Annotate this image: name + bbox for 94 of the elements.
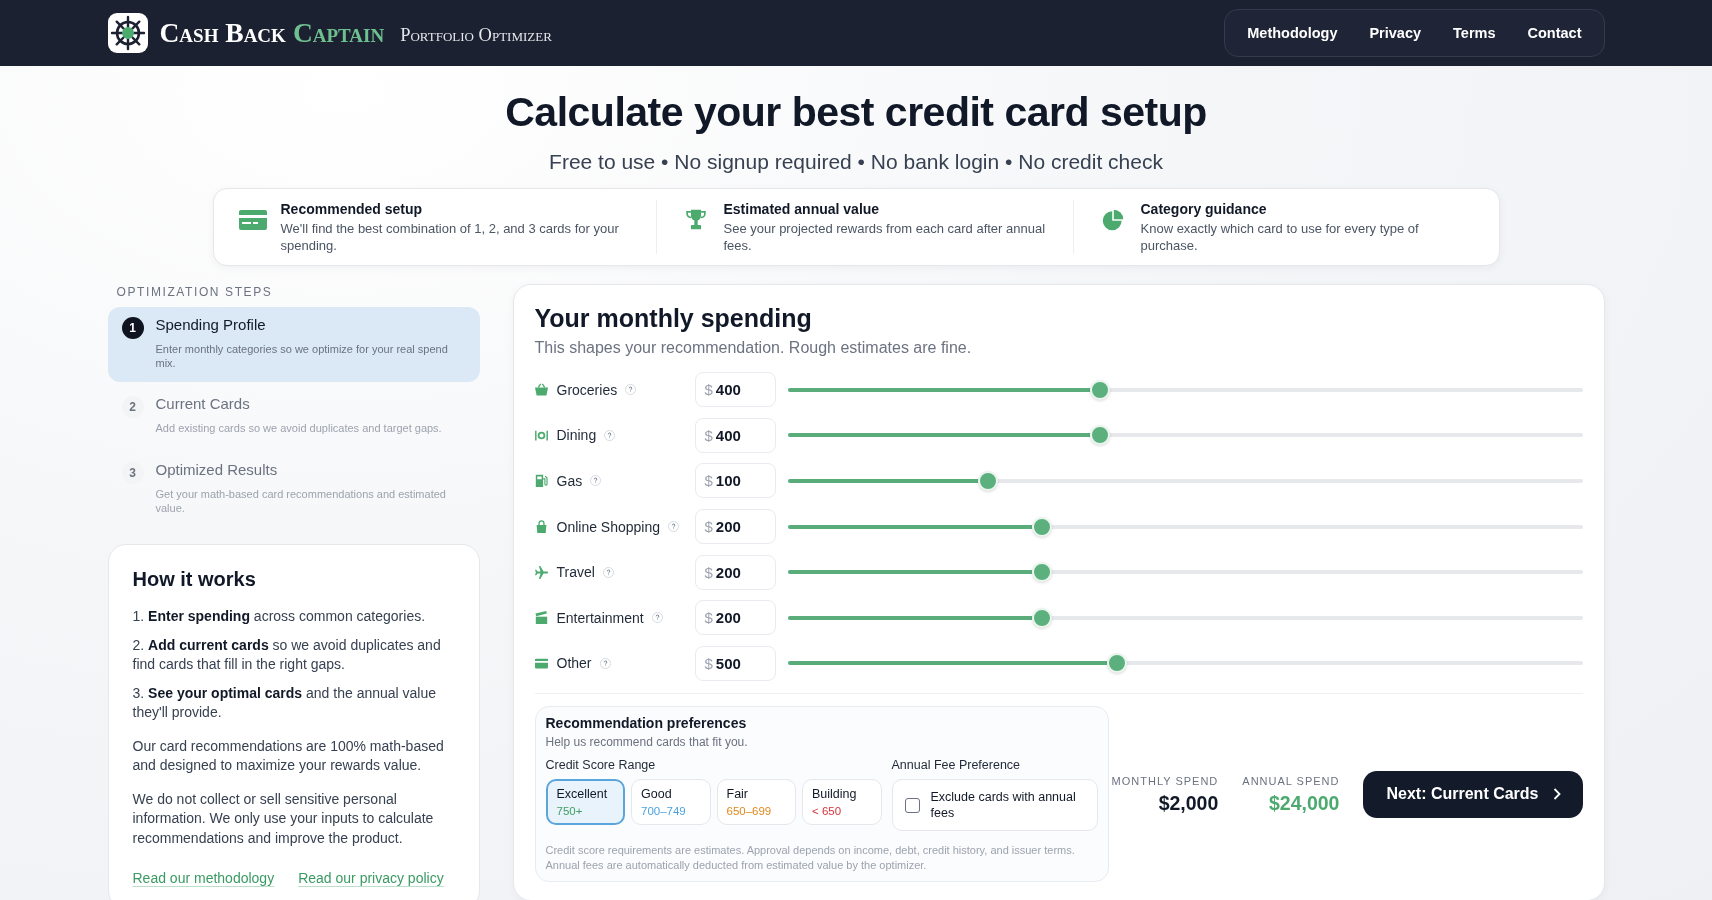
text-link[interactable]: Read our methodology <box>132 868 275 888</box>
plate-icon <box>534 428 548 442</box>
amount-field[interactable]: $ 100 <box>694 463 776 499</box>
help-icon[interactable] <box>599 657 611 669</box>
ship-wheel-logo[interactable] <box>107 13 148 53</box>
disclaimer-note: Credit score requirements are estimates. Approval depends on income, debt, credit history, and issuer terms. <box>545 843 1076 859</box>
slider-thumb[interactable] <box>1089 425 1110 446</box>
how-step-text: 2. Add current cards so we avoid duplicates and find cards that fill in the right gaps. <box>132 635 442 674</box>
credit-score-option[interactable]: Excellent 750+ <box>545 779 625 826</box>
slider-thumb[interactable] <box>1089 379 1110 400</box>
category-label: Online Shopping <box>556 518 661 535</box>
step-title: Spending Profile <box>155 315 267 335</box>
help-icon[interactable] <box>625 384 637 396</box>
step-item[interactable]: 1 Spending Profile Enter monthly categories so we optimize for your real spend mix. <box>107 307 480 382</box>
credit-card-icon <box>238 209 267 231</box>
total-label: MONTHLY SPEND <box>1111 773 1219 788</box>
category-label: Travel <box>556 564 595 581</box>
text-link[interactable]: Read our privacy policy <box>298 868 444 888</box>
preferences-title: Recommendation preferences <box>545 715 748 733</box>
amount-field[interactable]: $ 400 <box>694 417 776 453</box>
step-number: 2 <box>121 396 144 418</box>
steps-heading: OPTIMIZATION STEPS <box>116 284 274 300</box>
category-label: Gas <box>556 473 583 489</box>
slider-thumb[interactable] <box>1031 516 1052 537</box>
amount-field[interactable]: $ 500 <box>694 645 776 681</box>
chevron-right-icon <box>1552 788 1561 801</box>
amount-field[interactable]: $ 200 <box>694 509 776 545</box>
field-label: Annual Fee Preference <box>891 758 1022 774</box>
feature-title: Category guidance <box>1140 200 1268 218</box>
feature-description: We'll find the best combination of 1, 2, and 3 cards for your spending. <box>280 220 620 254</box>
brand-name: Cash Back <box>159 17 286 49</box>
clapperboard-icon <box>534 611 548 625</box>
fee-option-card[interactable]: Exclude cards with annual fees <box>891 779 1098 832</box>
step-title: Optimized Results <box>155 460 279 480</box>
total-value: $2,000 <box>1158 790 1219 815</box>
info-paragraph: Our card recommendations are 100% math-based and designed to maximize your rewards value. <box>132 736 445 775</box>
basket-icon <box>534 383 548 397</box>
how-it-works-title: How it works <box>132 567 257 591</box>
checkbox-label: Exclude cards with annual fees <box>930 789 1077 822</box>
section-subtitle: This shapes your recommendation. Rough estimates are fine. <box>534 338 973 358</box>
help-icon[interactable] <box>604 429 616 441</box>
nav-link[interactable]: Terms <box>1437 19 1512 47</box>
help-icon[interactable] <box>651 612 663 624</box>
step-description: Get your math-based card recommendations and estimated value. <box>155 487 447 515</box>
preferences-subtitle: Help us recommend cards that fit you. <box>545 735 749 751</box>
category-label: Other <box>556 655 592 672</box>
hero-title: Calculate your best credit card setup <box>504 88 1208 136</box>
step-number: 1 <box>121 317 144 339</box>
step-number: 3 <box>121 462 144 484</box>
step-item[interactable]: 2 Current Cards Add existing cards so we avoid duplicates and target gaps. <box>107 382 480 448</box>
section-title: Your monthly spending <box>534 303 813 333</box>
field-label: Credit Score Range <box>545 758 657 774</box>
brand-tagline: Portfolio Optimizer <box>400 23 552 46</box>
step-item[interactable]: 3 Optimized Results Get your math-based card recommendations and estimated value. <box>107 448 480 528</box>
credit-score-option[interactable]: Fair 650–699 <box>716 779 796 826</box>
airplane-icon <box>534 565 548 579</box>
nav-link[interactable]: Privacy <box>1353 19 1438 47</box>
how-step-text: 1. Enter spending across common categories. <box>132 607 427 626</box>
amount-field[interactable]: $ 200 <box>694 554 776 590</box>
help-icon[interactable] <box>602 566 614 578</box>
category-label: Entertainment <box>556 609 644 626</box>
total-label: ANNUAL SPEND <box>1242 773 1340 788</box>
amount-field[interactable]: $ 400 <box>694 372 776 408</box>
step-description: Enter monthly categories so we optimize for your real spend mix. <box>155 342 449 370</box>
shopping-bag-icon <box>534 520 548 534</box>
nav-link[interactable]: Contact <box>1511 19 1598 47</box>
hero-subtitle: Free to use • No signup required • No bank login • No credit check <box>548 150 1164 174</box>
feature-description: Know exactly which card to use for every type of purchase. <box>1140 220 1420 254</box>
checkbox[interactable] <box>904 797 920 813</box>
feature-description: See your projected rewards from each card after annual fees. <box>723 220 1047 254</box>
how-step-text: 3. See your optimal cards and the annual value they'll provide. <box>132 683 438 722</box>
fuel-pump-icon <box>534 474 548 488</box>
brand-name-accent: Captain <box>292 17 385 49</box>
slider-thumb[interactable] <box>1031 607 1052 628</box>
credit-card-icon <box>534 656 548 670</box>
category-label: Dining <box>556 427 597 444</box>
credit-score-option[interactable]: Building < 650 <box>802 779 882 826</box>
disclaimer-note: Annual fees are automatically deducted from estimated value by the optimizer. <box>545 858 928 874</box>
info-paragraph: We do not collect or sell sensitive personal information. We only use your inputs to calculate recommendations and improve the product. <box>132 789 435 848</box>
slider-thumb[interactable] <box>1031 562 1052 583</box>
slider-thumb[interactable] <box>1107 653 1128 674</box>
next-button[interactable]: Next: Current Cards <box>1363 770 1583 818</box>
amount-field[interactable]: $ 200 <box>694 600 776 636</box>
help-icon[interactable] <box>590 475 602 487</box>
category-label: Groceries <box>556 381 618 398</box>
feature-title: Recommended setup <box>280 200 424 218</box>
help-icon[interactable] <box>668 521 680 533</box>
credit-score-option[interactable]: Good 700–749 <box>631 779 711 826</box>
slider-thumb[interactable] <box>977 471 998 491</box>
step-description: Add existing cards so we avoid duplicates and target gaps. <box>155 421 443 435</box>
step-title: Current Cards <box>155 394 251 414</box>
feature-title: Estimated annual value <box>723 200 881 218</box>
total-value: $24,000 <box>1268 790 1340 815</box>
nav-link[interactable]: Methodology <box>1231 19 1354 47</box>
